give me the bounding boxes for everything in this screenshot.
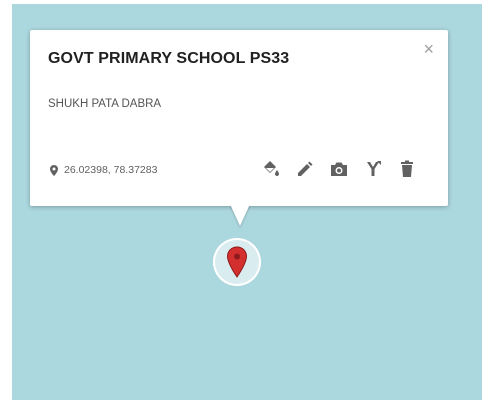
selected-place-marker[interactable] bbox=[213, 238, 261, 286]
trash-icon bbox=[401, 160, 413, 177]
coordinates-row: 26.02398, 78.37283 bbox=[50, 164, 157, 176]
directions-icon bbox=[367, 161, 381, 176]
camera-icon bbox=[331, 162, 347, 176]
popup-pointer bbox=[230, 204, 250, 226]
close-icon[interactable]: × bbox=[423, 40, 434, 58]
place-info-popup: GOVT PRIMARY SCHOOL PS33 × SHUKH PATA DA… bbox=[30, 30, 448, 206]
place-title: GOVT PRIMARY SCHOOL PS33 bbox=[48, 50, 290, 67]
delete-button[interactable] bbox=[396, 158, 418, 180]
map-pin-icon bbox=[226, 246, 248, 278]
location-pin-icon bbox=[50, 164, 58, 176]
style-button[interactable] bbox=[260, 158, 282, 180]
pencil-icon bbox=[298, 161, 313, 176]
popup-toolbar bbox=[260, 158, 418, 180]
coordinates-text: 26.02398, 78.37283 bbox=[64, 164, 158, 176]
paint-bucket-icon bbox=[264, 161, 279, 176]
place-description: SHUKH PATA DABRA bbox=[48, 98, 162, 110]
edit-button[interactable] bbox=[294, 158, 316, 180]
directions-button[interactable] bbox=[362, 158, 384, 180]
add-photo-button[interactable] bbox=[328, 158, 350, 180]
